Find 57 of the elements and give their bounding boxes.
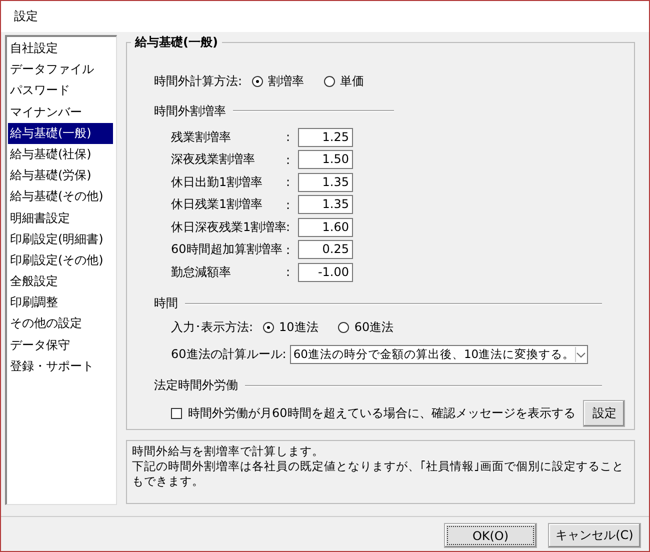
number-field[interactable]: 0.25 — [298, 240, 353, 260]
field-label: 時間外計算方法: — [154, 72, 242, 90]
field-label: 休日出勤1割増率 — [171, 174, 264, 191]
colon-separator: : — [286, 130, 292, 144]
sidebar-item[interactable]: 給与基礎(労保) — [8, 165, 113, 186]
group-title: 給与基礎(一般) — [131, 34, 222, 51]
checkbox[interactable]: 時間外労働が月60時間を超えている場合に、確認メッセージを表示する — [171, 404, 576, 422]
radio-button[interactable]: 60進法 — [338, 319, 394, 336]
colon-separator: : — [286, 242, 292, 257]
field-label: 60進法の計算ルール: — [171, 346, 286, 363]
field-label: 60時間超加算割増率 — [171, 241, 284, 258]
field-label: 残業割増率 — [171, 128, 232, 146]
sidebar-item[interactable]: 印刷調整 — [8, 292, 113, 314]
section-heading: 時間外割増率 — [154, 102, 226, 120]
sidebar-item[interactable]: 印刷設定(その他) — [8, 250, 113, 272]
sidebar-item[interactable]: 全般設定 — [8, 271, 113, 292]
colon-separator: : — [286, 175, 292, 190]
sidebar-item[interactable]: 自社設定 — [8, 38, 113, 60]
number-field[interactable]: 1.35 — [298, 172, 353, 192]
description-text: 時間外給与を割増率で計算します。 — [132, 444, 325, 459]
number-field[interactable]: -1.00 — [298, 262, 353, 282]
radio-button[interactable]: 割増率 — [252, 72, 304, 90]
number-field[interactable]: 1.60 — [298, 218, 353, 237]
ok-button[interactable]: OK(O) — [444, 523, 537, 548]
colon-separator: : — [286, 220, 292, 234]
colon-separator: : — [286, 152, 292, 167]
number-field[interactable]: 1.50 — [298, 150, 353, 170]
dropdown-field[interactable]: 60進法の時分で金額の算出後、10進法に変換する。 — [290, 345, 588, 364]
settings-button[interactable]: 設定 — [583, 400, 626, 426]
sidebar-item[interactable]: パスワード — [8, 80, 113, 102]
radio-button[interactable]: 単価 — [324, 72, 364, 90]
number-field[interactable]: 1.25 — [298, 128, 353, 147]
sidebar-item[interactable]: その他の設定 — [8, 313, 113, 335]
dropdown-arrow-icon[interactable] — [574, 347, 588, 362]
sidebar-item[interactable]: 給与基礎(一般) — [8, 122, 113, 144]
number-field[interactable]: 1.35 — [298, 195, 353, 214]
sidebar-item[interactable]: 給与基礎(その他) — [8, 186, 113, 208]
field-label: 休日残業1割増率 — [171, 196, 264, 214]
radio-button[interactable]: 10進法 — [263, 319, 318, 336]
window-title: 設定 — [14, 8, 38, 25]
sidebar-item[interactable]: マイナンバー — [8, 102, 113, 123]
sidebar-item[interactable]: 明細書設定 — [8, 208, 113, 229]
colon-separator: : — [286, 265, 292, 280]
sidebar-item[interactable]: データ保守 — [8, 334, 113, 356]
sidebar-item[interactable]: 登録・サポート — [8, 356, 113, 377]
cancel-button[interactable]: キャンセル(C) — [548, 523, 641, 548]
field-label: 勤怠減額率 — [171, 264, 232, 281]
sidebar-item[interactable]: 印刷設定(明細書) — [8, 228, 113, 250]
field-label: 深夜残業割増率 — [171, 151, 256, 168]
field-label: 休日深夜残業1割増率 — [171, 218, 286, 236]
colon-separator: : — [286, 198, 292, 212]
field-label: 入力･表示方法: — [171, 319, 254, 336]
section-heading: 法定時間外労働 — [154, 377, 238, 394]
description-text: 下記の時間外割増率は各社員の既定値となりますが、｢社員情報｣画面で個別に設定することもできます。 — [132, 459, 625, 489]
sidebar-item[interactable]: 給与基礎(社保) — [8, 144, 113, 166]
section-heading: 時間 — [154, 295, 178, 312]
sidebar-item[interactable]: データファイル — [8, 59, 113, 80]
